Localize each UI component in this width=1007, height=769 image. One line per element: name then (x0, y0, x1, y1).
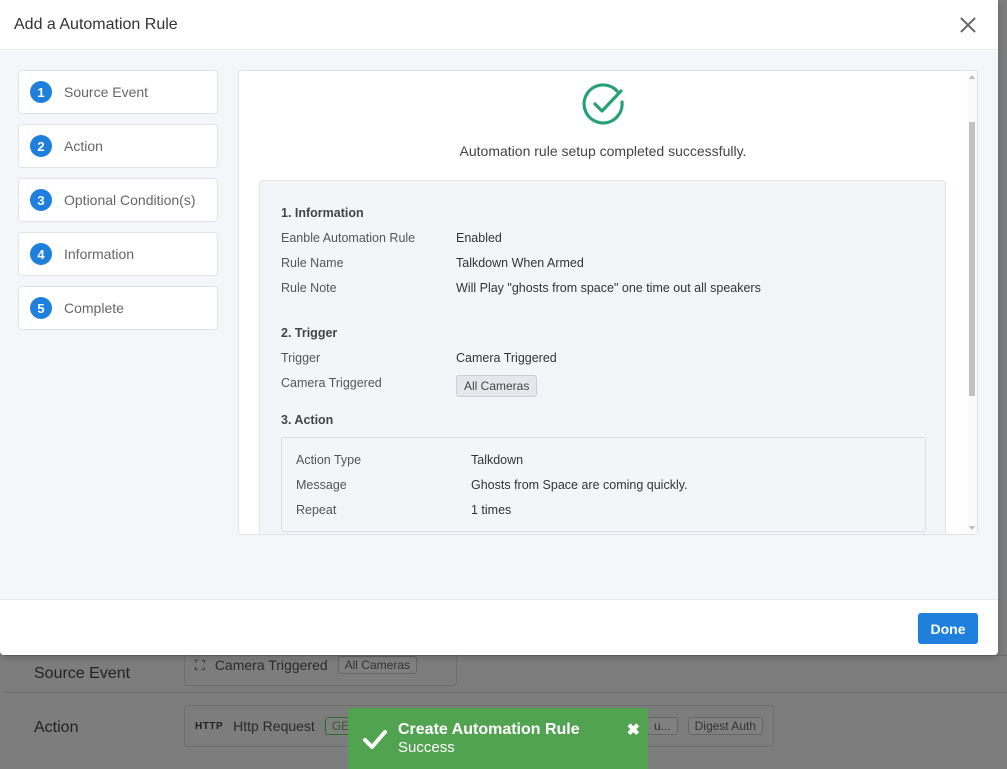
scroll-up-arrow-icon[interactable] (969, 75, 975, 79)
message-value: Ghosts from Space are coming quickly. (471, 478, 688, 492)
camera-icon: ⛶ (195, 656, 205, 673)
close-icon[interactable] (956, 13, 980, 37)
automation-rule-modal: Add a Automation Rule 1 Source Event 2 A… (0, 0, 998, 655)
step-label: Source Event (64, 84, 149, 100)
trigger-value: Camera Triggered (456, 351, 557, 365)
toast-text: Create Automation Rule Success (398, 721, 580, 756)
bg-source-event-tag: All Cameras (337, 656, 417, 674)
step-number: 3 (30, 189, 52, 211)
step-number: 2 (30, 135, 52, 157)
rule-note-value: Will Play "ghosts from space" one time o… (456, 281, 761, 295)
completion-panel: Automation rule setup completed successf… (238, 70, 978, 535)
step-number: 5 (30, 297, 52, 319)
step-label: Optional Condition(s) (64, 192, 196, 208)
step-label: Information (64, 246, 135, 262)
toast-title: Create Automation Rule (398, 721, 580, 738)
action-details: Action Type Talkdown Message Ghosts from… (281, 437, 926, 532)
enable-rule-value: Enabled (456, 231, 502, 245)
trigger-key: Trigger (281, 351, 321, 365)
rule-name-key: Rule Name (281, 256, 344, 270)
message-key: Message (296, 478, 347, 492)
success-toast: Create Automation Rule Success ✖ (348, 708, 648, 769)
action-type-key: Action Type (296, 453, 362, 467)
step-label: Action (64, 138, 103, 154)
rule-name-value: Talkdown When Armed (456, 256, 584, 270)
step-number: 1 (30, 81, 52, 103)
enable-rule-key: Eanble Automation Rule (281, 231, 416, 245)
check-icon (363, 729, 387, 749)
toast-close-icon[interactable]: ✖ (627, 720, 640, 740)
step-source-event[interactable]: 1 Source Event (18, 70, 218, 114)
step-complete[interactable]: 5 Complete (18, 286, 218, 330)
bg-action-value: Http Request (233, 718, 315, 734)
all-cameras-tag: All Cameras (456, 375, 538, 397)
modal-body: 1 Source Event 2 Action 3 Optional Condi… (0, 51, 998, 599)
bg-source-event-label: Source Event (34, 665, 131, 682)
bg-action-tag-url: u... (646, 717, 678, 735)
scroll-thumb[interactable] (969, 122, 975, 396)
modal-title: Add a Automation Rule (14, 15, 178, 33)
bg-source-event-value: Camera Triggered (214, 657, 328, 673)
step-label: Complete (64, 300, 124, 316)
camera-triggered-key: Camera Triggered (281, 376, 382, 390)
toast-subtitle: Success (398, 739, 455, 756)
step-number: 4 (30, 243, 52, 265)
information-section-title: 1. Information (281, 206, 364, 220)
repeat-value: 1 times (471, 503, 512, 517)
done-button[interactable]: Done (918, 613, 978, 644)
action-section-title: 3. Action (281, 413, 334, 427)
http-icon: HTTP (195, 720, 224, 732)
bg-action-label: Action (34, 719, 79, 736)
check-circle-icon (582, 83, 624, 125)
step-information[interactable]: 4 Information (18, 232, 218, 276)
bg-action-tag-auth: Digest Auth (687, 717, 763, 735)
success-message: Automation rule setup completed successf… (459, 143, 747, 159)
scroll-down-arrow-icon[interactable] (969, 526, 975, 530)
repeat-key: Repeat (296, 503, 337, 517)
modal-header: Add a Automation Rule (0, 0, 998, 50)
step-action[interactable]: 2 Action (18, 124, 218, 168)
panel-scrollbar[interactable] (967, 71, 977, 534)
step-list: 1 Source Event 2 Action 3 Optional Condi… (18, 70, 218, 340)
rule-summary: 1. Information Eanble Automation Rule En… (259, 180, 946, 534)
trigger-section-title: 2. Trigger (281, 326, 338, 340)
modal-footer: Done (0, 599, 998, 655)
action-type-value: Talkdown (471, 453, 524, 467)
step-optional-conditions[interactable]: 3 Optional Condition(s) (18, 178, 218, 222)
rule-note-key: Rule Note (281, 281, 337, 295)
